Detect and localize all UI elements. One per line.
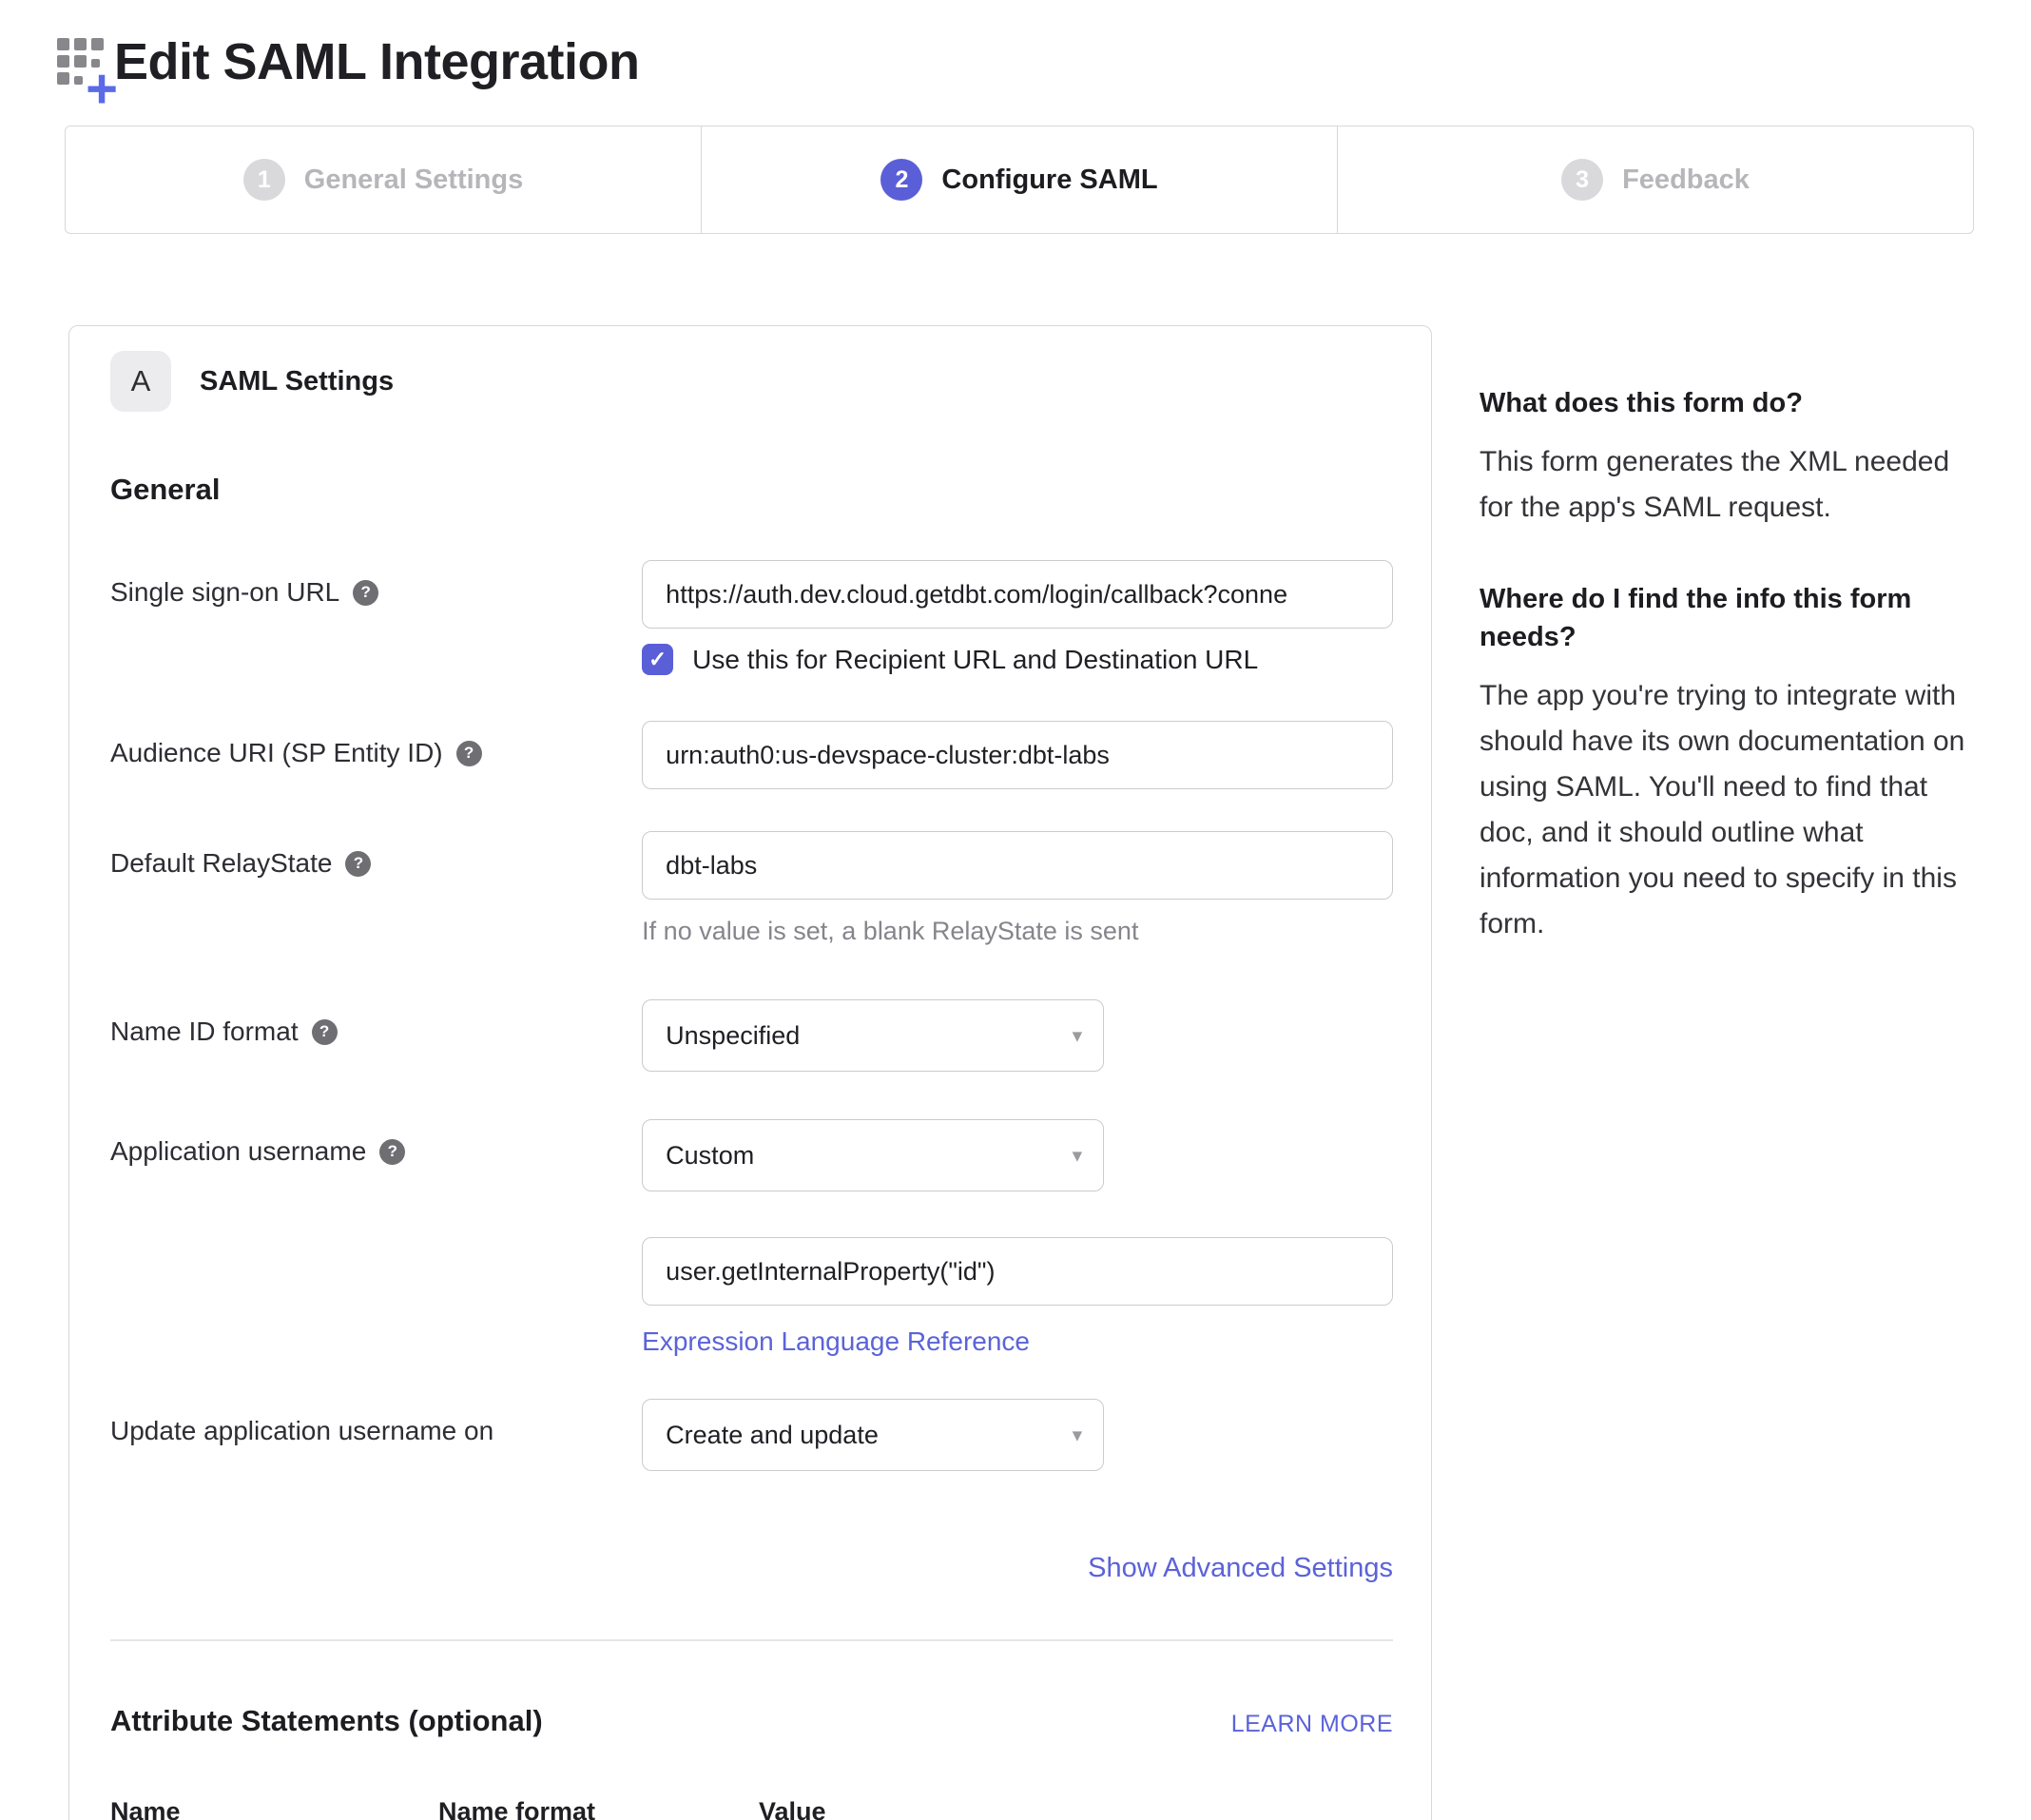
sso-url-input[interactable] (642, 560, 1393, 629)
step-label: Feedback (1622, 165, 1750, 196)
sso-url-label: Single sign-on URL (110, 577, 339, 608)
select-value: Create and update (666, 1421, 879, 1450)
update-username-row: Update application username on Create an… (110, 1399, 1393, 1471)
grid-square (57, 55, 69, 68)
relay-state-row: Default RelayState ? If no value is set,… (110, 831, 1393, 946)
name-id-format-label: Name ID format (110, 1016, 299, 1047)
application-username-label: Application username (110, 1136, 366, 1167)
name-id-format-select[interactable]: Unspecified ▾ (642, 999, 1104, 1072)
column-header-name-format: Name format (438, 1797, 759, 1820)
general-section-heading: General (110, 473, 1393, 507)
card-header: A SAML Settings (110, 351, 1393, 412)
step-configure-saml[interactable]: 2 Configure SAML (701, 126, 1337, 233)
help-icon[interactable]: ? (379, 1139, 405, 1165)
help-icon[interactable]: ? (456, 741, 482, 766)
select-value: Unspecified (666, 1021, 800, 1051)
show-advanced-settings-link[interactable]: Show Advanced Settings (1088, 1553, 1393, 1583)
section-a-badge: A (110, 351, 171, 412)
caret-down-icon: ▾ (1073, 1423, 1083, 1447)
step-number-badge: 1 (243, 159, 285, 201)
saml-settings-card: A SAML Settings General Single sign-on U… (68, 325, 1432, 1820)
checked-checkbox[interactable]: ✓ (642, 644, 673, 675)
application-username-row: Application username ? Custom ▾ (110, 1119, 1393, 1191)
page-header: + Edit SAML Integration (0, 0, 2031, 97)
application-username-select[interactable]: Custom ▾ (642, 1119, 1104, 1191)
grid-square (57, 38, 69, 50)
sidebar-question-1: What does this form do? (1480, 384, 1985, 422)
caret-down-icon: ▾ (1073, 1144, 1083, 1168)
grid-square (74, 55, 87, 68)
wizard-stepper: 1 General Settings 2 Configure SAML 3 Fe… (65, 126, 1974, 234)
custom-expression-input[interactable] (642, 1237, 1393, 1306)
audience-uri-label: Audience URI (SP Entity ID) (110, 738, 443, 768)
attribute-statements-column-headers: Name Name format Value (110, 1797, 1393, 1820)
section-divider (110, 1639, 1393, 1641)
custom-expression-row: Expression Language Reference (110, 1237, 1393, 1357)
attribute-statements-header: Attribute Statements (optional) LEARN MO… (110, 1704, 1393, 1738)
learn-more-link[interactable]: LEARN MORE (1231, 1711, 1393, 1738)
relay-state-input[interactable] (642, 831, 1393, 900)
attribute-statements-heading: Attribute Statements (optional) (110, 1704, 543, 1738)
audience-uri-row: Audience URI (SP Entity ID) ? (110, 721, 1393, 789)
update-username-label: Update application username on (110, 1416, 493, 1446)
column-header-name: Name (110, 1797, 438, 1820)
page-title: Edit SAML Integration (114, 32, 640, 91)
expression-language-reference-link[interactable]: Expression Language Reference (642, 1326, 1030, 1357)
audience-uri-input[interactable] (642, 721, 1393, 789)
sso-url-row: Single sign-on URL ? ✓ Use this for Reci… (110, 560, 1393, 675)
step-feedback[interactable]: 3 Feedback (1337, 126, 1973, 233)
sidebar-answer-2: The app you're trying to integrate with … (1480, 673, 1985, 947)
card-title: SAML Settings (200, 366, 394, 397)
sidebar-question-2: Where do I find the info this form needs… (1480, 580, 1985, 656)
help-icon[interactable]: ? (353, 580, 378, 606)
select-value: Custom (666, 1141, 754, 1171)
sidebar-answer-1: This form generates the XML needed for t… (1480, 439, 1985, 531)
step-number-badge: 3 (1561, 159, 1603, 201)
relay-state-helper-text: If no value is set, a blank RelayState i… (642, 917, 1393, 946)
recipient-destination-checkbox-row: ✓ Use this for Recipient URL and Destina… (642, 644, 1393, 675)
step-label: Configure SAML (941, 165, 1157, 196)
checkbox-label: Use this for Recipient URL and Destinati… (692, 645, 1258, 675)
caret-down-icon: ▾ (1073, 1024, 1083, 1048)
saml-app-grid-plus-icon: + (57, 38, 110, 97)
content-area: A SAML Settings General Single sign-on U… (0, 325, 2031, 1820)
help-icon[interactable]: ? (345, 851, 371, 877)
help-icon[interactable]: ? (312, 1019, 338, 1045)
step-number-badge: 2 (880, 159, 922, 201)
update-username-select[interactable]: Create and update ▾ (642, 1399, 1104, 1471)
advanced-settings-row: Show Advanced Settings (110, 1553, 1393, 1584)
step-general-settings[interactable]: 1 General Settings (66, 126, 701, 233)
step-label: General Settings (304, 165, 523, 196)
help-sidebar: What does this form do? This form genera… (1480, 325, 1985, 947)
plus-icon: + (86, 70, 118, 108)
name-id-format-row: Name ID format ? Unspecified ▾ (110, 999, 1393, 1072)
grid-square (91, 38, 104, 50)
column-header-value: Value (759, 1797, 826, 1820)
grid-square (74, 76, 83, 85)
grid-square (74, 38, 87, 50)
grid-square (57, 72, 69, 85)
relay-state-label: Default RelayState (110, 848, 332, 879)
